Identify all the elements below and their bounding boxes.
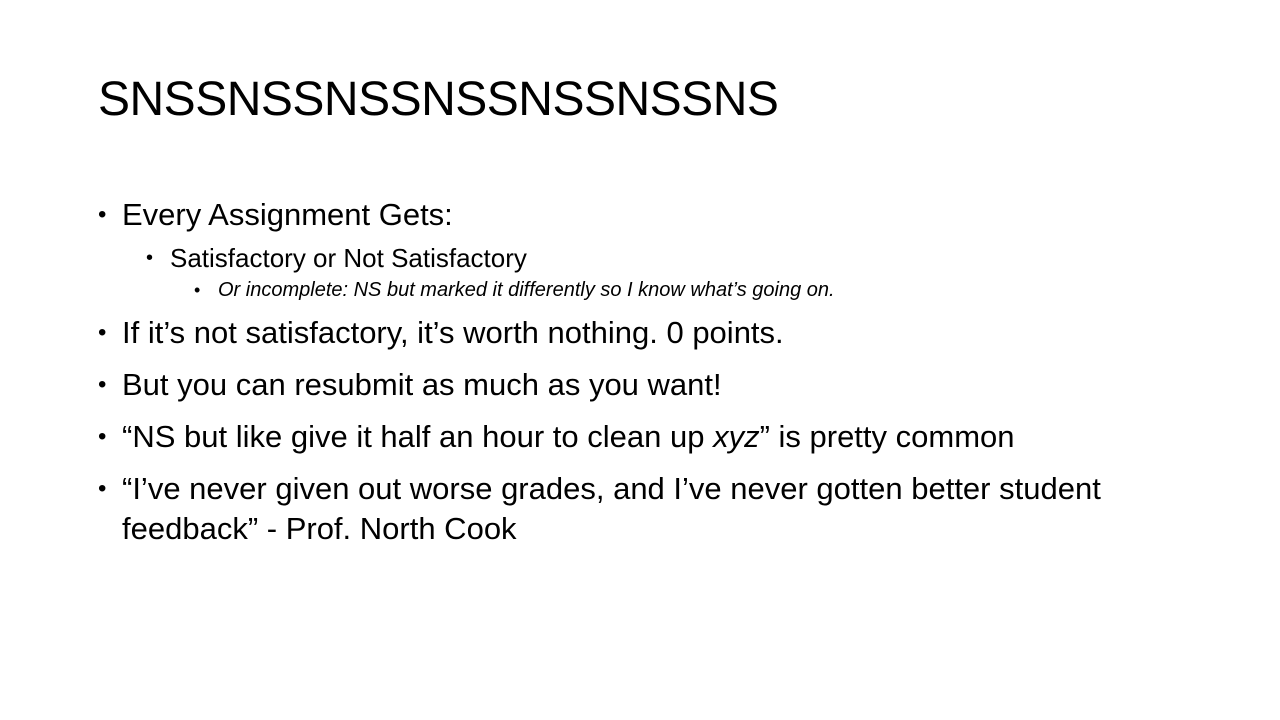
bullet-icon: •: [98, 201, 107, 228]
bullet-icon: •: [194, 280, 201, 300]
sub-bullet-text: Satisfactory or Not Satisfactory: [170, 243, 527, 273]
slide: SNSSNSSNSSNSSNSSNSSNS • Every Assignment…: [0, 0, 1280, 720]
sub-sub-bullet-text: Or incomplete: NS but marked it differen…: [218, 279, 835, 301]
bullet-icon: •: [98, 475, 107, 502]
bullet-text: Every Assignment Gets:: [122, 197, 453, 232]
bullet-icon: •: [98, 423, 107, 450]
slide-title: SNSSNSSNSSNSSNSSNSSNS: [98, 73, 779, 126]
bullet-item: • But you can resubmit as much as you wa…: [98, 365, 1188, 405]
bullet-item: • “NS but like give it half an hour to c…: [98, 417, 1188, 457]
bullet-item: • Every Assignment Gets:: [98, 195, 1188, 235]
bullet-text: “I’ve never given out worse grades, and …: [122, 471, 1101, 546]
bullet-text-part: “NS but like give it half an hour to cle…: [122, 419, 714, 454]
bullet-item: • If it’s not satisfactory, it’s worth n…: [98, 313, 1188, 353]
bullet-text: But you can resubmit as much as you want…: [122, 367, 722, 402]
bullet-icon: •: [146, 247, 154, 269]
bullet-text: If it’s not satisfactory, it’s worth not…: [122, 315, 784, 350]
sub-bullet-item: • Satisfactory or Not Satisfactory: [98, 241, 1188, 275]
bullet-item: • “I’ve never given out worse grades, an…: [98, 469, 1188, 549]
sub-sub-bullet-item: • Or incomplete: NS but marked it differ…: [98, 275, 1188, 305]
bullet-text-part: ” is pretty common: [759, 419, 1015, 454]
bullet-icon: •: [98, 319, 107, 346]
bullet-text: “NS but like give it half an hour to cle…: [122, 417, 1188, 457]
bullet-icon: •: [98, 371, 107, 398]
slide-body: • Every Assignment Gets: • Satisfactory …: [98, 195, 1188, 561]
bullet-text-emphasis: xyz: [713, 419, 760, 454]
